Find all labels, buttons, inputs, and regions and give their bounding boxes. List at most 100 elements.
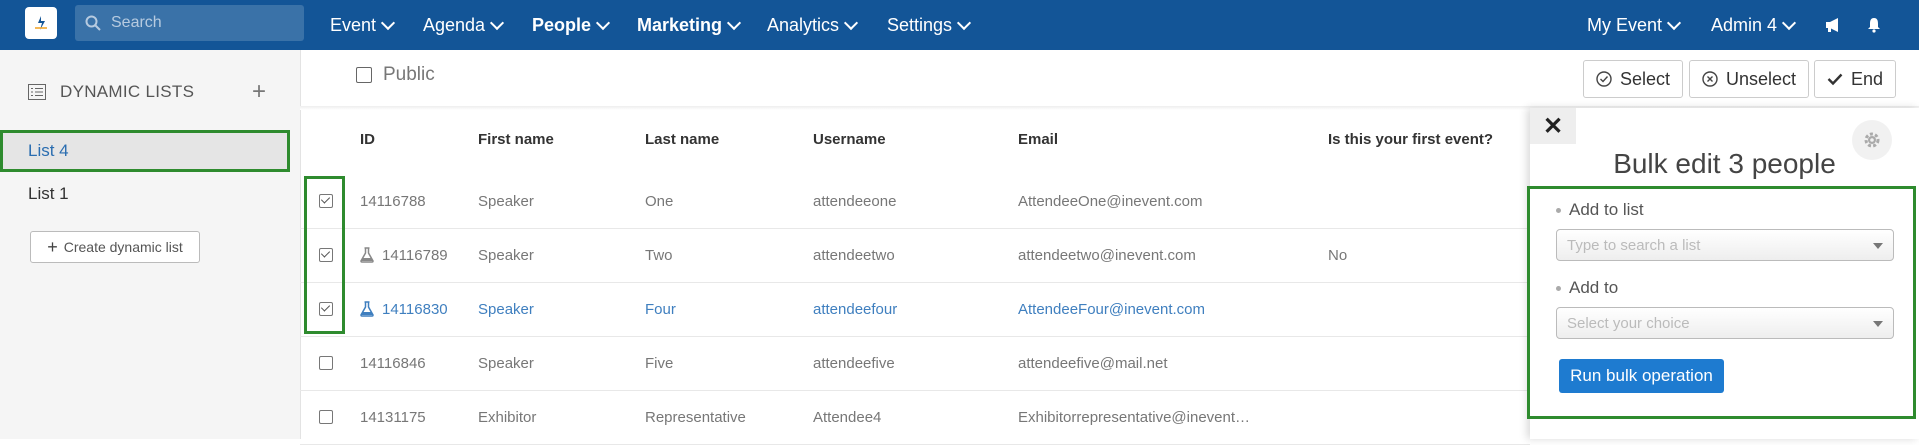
cell-first-name-text: Speaker	[478, 246, 534, 264]
close-panel-button[interactable]: ✕	[1530, 108, 1576, 144]
chevron-down-icon	[595, 15, 611, 30]
row-checkbox[interactable]	[319, 356, 333, 370]
sidebar-item-list-1[interactable]: List 1	[0, 173, 290, 215]
cell-last-name-text: Two	[645, 246, 673, 264]
nav-agenda-label: Agenda	[423, 14, 486, 35]
chevron-down-icon	[1666, 15, 1682, 30]
nav-settings[interactable]: Settings	[887, 0, 972, 50]
unselect-button[interactable]: Unselect	[1689, 60, 1809, 98]
cell-last-name: Representative	[645, 390, 746, 444]
flask-icon	[360, 301, 374, 317]
end-button[interactable]: End	[1814, 60, 1896, 98]
cell-last-name: One	[645, 174, 673, 228]
caret-down-icon	[1873, 321, 1883, 327]
column-header-username[interactable]: Username	[813, 131, 886, 148]
table-row[interactable]: 14116830 Speaker Four attendeefour AttendeeF…	[300, 282, 1530, 337]
cell-id: 14116830	[360, 282, 448, 336]
public-checkbox[interactable]	[356, 67, 372, 83]
search-icon	[85, 15, 101, 31]
column-header-email[interactable]: Email	[1018, 131, 1058, 148]
nav-analytics[interactable]: Analytics	[767, 0, 859, 50]
cell-id-text[interactable]: 14116830	[382, 301, 448, 318]
cell-first-name: Speaker	[478, 336, 534, 390]
search-placeholder: Search	[111, 14, 162, 31]
column-header-last-name[interactable]: Last name	[645, 131, 719, 148]
megaphone-icon	[1826, 18, 1838, 32]
select-label: Select	[1619, 68, 1671, 89]
caret-down-icon	[1873, 243, 1883, 249]
column-header-id[interactable]: ID	[360, 131, 375, 148]
chevron-down-icon	[956, 15, 972, 30]
notifications-button[interactable]	[1867, 0, 1881, 50]
cell-id-text: 14116789	[382, 246, 448, 264]
cell-id: 14131175	[360, 390, 426, 444]
add-to-label: Add to	[1556, 278, 1618, 298]
cell-email-text: Exhibitorrepresentative@inevent…	[1018, 408, 1251, 426]
cell-first-event: No	[1328, 228, 1347, 282]
logo-icon	[35, 16, 47, 30]
table-row[interactable]: 14131175 Exhibitor Representative Attendee4…	[300, 390, 1530, 445]
nav-agenda[interactable]: Agenda	[423, 0, 505, 50]
search-box[interactable]: Search	[75, 5, 304, 41]
check-icon	[1827, 73, 1843, 86]
nav-event[interactable]: Event	[330, 0, 396, 50]
cell-email-text[interactable]: AttendeeFour@inevent.com	[1018, 301, 1205, 318]
dynamic-lists-header: DYNAMIC LISTS	[28, 82, 194, 102]
add-to-list-label-text: Add to list	[1569, 200, 1644, 219]
nav-people[interactable]: People	[532, 0, 611, 50]
nav-people-label: People	[532, 14, 592, 35]
cell-last-name-text: Four	[645, 300, 676, 318]
cell-id: 14116846	[360, 336, 426, 390]
cell-id-text: 14116846	[360, 354, 426, 372]
check-circle-icon	[1596, 71, 1612, 87]
table-row[interactable]: 14116788 Speaker One attendeeone AttendeeOne…	[300, 174, 1530, 229]
cell-email: Exhibitorrepresentative@inevent…	[1018, 390, 1250, 444]
cell-id-text: 14131175	[360, 408, 426, 426]
add-list-icon[interactable]: +	[252, 78, 266, 106]
add-to-list-placeholder: Type to search a list	[1567, 236, 1701, 254]
admin-label: Admin 4	[1711, 14, 1778, 35]
cell-id-text: 14116788	[360, 192, 426, 210]
cell-email: attendeefive@mail.net	[1018, 336, 1167, 390]
add-to-list-select[interactable]: Type to search a list	[1556, 229, 1894, 261]
selected-checkboxes-highlight	[304, 176, 345, 334]
table-row[interactable]: 14116789 Speaker Two attendeetwo attendeetwo…	[300, 228, 1530, 283]
add-to-label-text: Add to	[1569, 278, 1619, 297]
chevron-down-icon	[843, 15, 859, 30]
my-event-menu[interactable]: My Event	[1587, 0, 1682, 50]
cell-first-name: Exhibitor	[478, 390, 536, 444]
column-header-first-event[interactable]: Is this your first event?	[1328, 131, 1493, 148]
chevron-down-icon	[1781, 15, 1797, 30]
cell-username-text: Attendee4	[813, 408, 882, 426]
cell-first-name-text: Speaker	[478, 354, 534, 372]
gear-icon	[1864, 132, 1880, 148]
row-checkbox[interactable]	[319, 410, 333, 424]
cell-username-text: attendeetwo	[813, 246, 895, 264]
add-to-select[interactable]: Select your choice	[1556, 307, 1894, 339]
cell-username-text: attendeefour	[813, 300, 898, 318]
cell-id: 14116789	[360, 228, 448, 282]
cell-username: attendeefour	[813, 282, 897, 336]
cell-last-name-text: Representative	[645, 408, 746, 426]
announcements-button[interactable]	[1824, 0, 1842, 50]
select-button[interactable]: Select	[1583, 60, 1683, 98]
x-circle-icon	[1702, 71, 1718, 87]
list-icon	[28, 84, 46, 100]
admin-menu[interactable]: Admin 4	[1711, 0, 1797, 50]
chevron-down-icon	[726, 15, 742, 30]
table-row[interactable]: 14116846 Speaker Five attendeefive attendeef…	[300, 336, 1530, 391]
cell-email: AttendeeFour@inevent.com	[1018, 282, 1205, 336]
end-label: End	[1850, 68, 1884, 89]
add-to-list-label: Add to list	[1556, 200, 1644, 220]
public-toggle[interactable]: Public	[356, 64, 435, 86]
create-dynamic-list-button[interactable]: + Create dynamic list	[30, 231, 200, 263]
column-header-first-name[interactable]: First name	[478, 131, 554, 148]
nav-marketing[interactable]: Marketing	[637, 0, 742, 50]
sidebar-item-list-4[interactable]: List 4	[0, 130, 290, 172]
cell-first-name: Speaker	[478, 228, 534, 282]
run-bulk-operation-button[interactable]: Run bulk operation	[1559, 359, 1724, 393]
cell-first-name: Speaker	[478, 282, 534, 336]
app-logo[interactable]	[25, 7, 57, 39]
cell-last-name: Five	[645, 336, 673, 390]
sidebar-item-label: List 4	[28, 141, 69, 160]
